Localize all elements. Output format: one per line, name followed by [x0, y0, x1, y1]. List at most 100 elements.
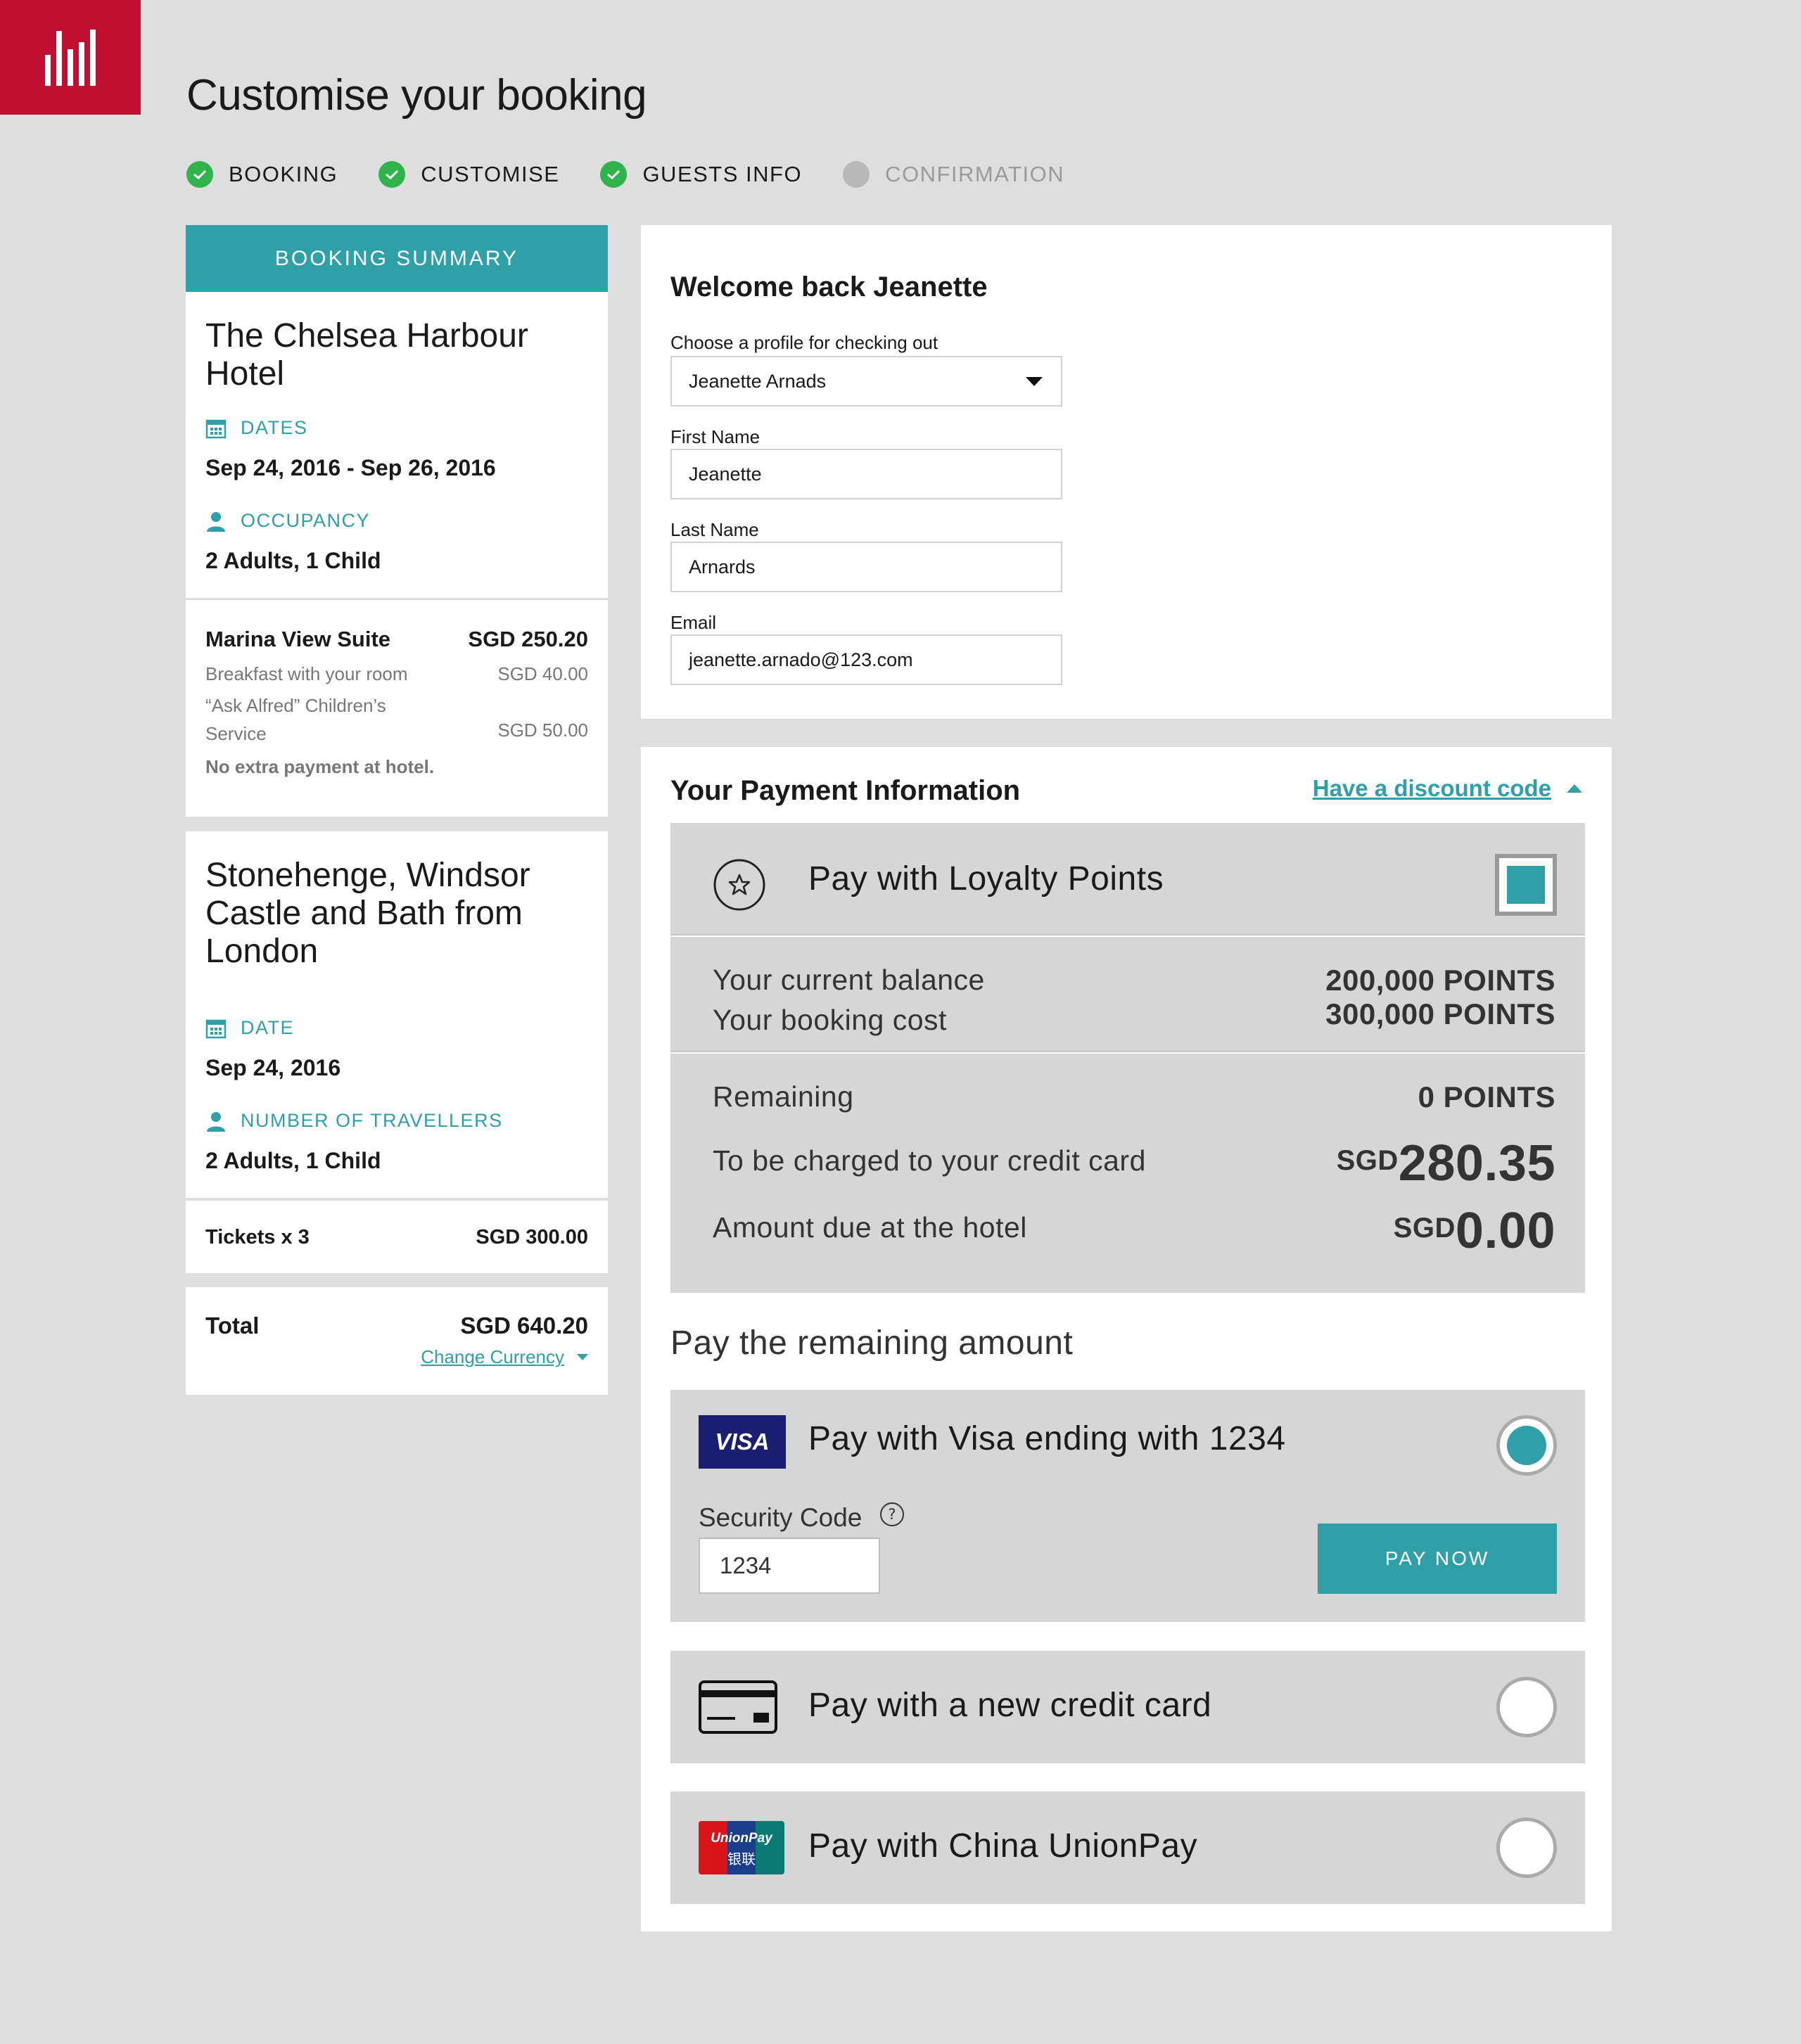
first-name-field[interactable]: Jeanette — [670, 449, 1062, 499]
travellers-value: 2 Adults, 1 Child — [205, 1148, 381, 1173]
dates-label: DATES — [205, 417, 308, 439]
check-icon — [186, 161, 213, 188]
discount-code-link[interactable]: Have a discount code — [1313, 775, 1582, 802]
points-balance-section: Your current balance 200,000 POINTS Your… — [670, 937, 1585, 1052]
extra-price: SGD 40.00 — [497, 663, 588, 684]
chevron-down-icon — [1026, 377, 1043, 386]
tickets-price: SGD 300.00 — [476, 1226, 588, 1248]
person-icon — [205, 511, 227, 532]
change-currency-link[interactable]: Change Currency — [421, 1346, 588, 1368]
profile-select[interactable]: Jeanette Arnads — [670, 356, 1062, 407]
remaining-value: 0 POINTS — [1418, 1080, 1555, 1113]
step-guests-info[interactable]: GUESTS INFO — [600, 161, 802, 188]
extra-name: “Ask Alfred” Children’s Service — [205, 695, 386, 744]
room-pricing-card: Marina View Suite SGD 250.20 Breakfast w… — [186, 600, 608, 817]
star-icon — [713, 858, 766, 915]
loyalty-checkbox[interactable] — [1495, 854, 1557, 916]
last-name-field[interactable]: Arnards — [670, 542, 1062, 592]
email-label: Email — [670, 612, 717, 633]
step-customise[interactable]: CUSTOMISE — [378, 161, 559, 188]
room-price: SGD 250.20 — [468, 627, 588, 651]
extra-row: Breakfast with your room SGD 40.00 — [205, 663, 588, 685]
date-value: Sep 24, 2016 — [205, 1055, 341, 1080]
payment-heading: Your Payment Information — [670, 775, 1021, 806]
balance-value: 200,000 POINTS — [1325, 964, 1555, 997]
visa-option[interactable]: VISA Pay with Visa ending with 1234 Secu… — [670, 1390, 1585, 1622]
welcome-heading: Welcome back Jeanette — [670, 272, 988, 302]
extra-row: “Ask Alfred” Children’s Service SGD 50.0… — [205, 691, 588, 748]
step-booking[interactable]: BOOKING — [186, 161, 338, 188]
extra-price: SGD 50.00 — [497, 720, 588, 741]
balance-label: Your current balance — [713, 964, 985, 996]
chevron-up-icon — [1567, 784, 1582, 793]
visa-card-icon: VISA — [699, 1415, 786, 1469]
unionpay-icon: UnionPay 银联 — [699, 1821, 784, 1874]
calendar-icon — [205, 1018, 227, 1039]
room-name: Marina View Suite — [205, 627, 391, 651]
loyalty-label: Pay with Loyalty Points — [808, 860, 1164, 898]
remaining-label: Remaining — [713, 1080, 854, 1113]
checkbox-checked-indicator — [1507, 866, 1545, 904]
tickets-row: Tickets x 3 SGD 300.00 — [205, 1226, 588, 1249]
payment-note-row: No extra payment at hotel. — [205, 756, 588, 778]
visa-radio[interactable] — [1496, 1415, 1557, 1476]
cost-value: 300,000 POINTS — [1325, 997, 1555, 1030]
page-title: Customise your booking — [186, 71, 647, 120]
credit-card-icon — [699, 1680, 777, 1737]
tickets-label: Tickets x 3 — [205, 1226, 310, 1248]
unionpay-option[interactable]: UnionPay 银联 Pay with China UnionPay — [670, 1791, 1585, 1904]
total-value: SGD 640.20 — [460, 1312, 588, 1339]
charge-amount: SGD 280.35 — [1336, 1135, 1555, 1192]
brand-logo[interactable] — [0, 0, 141, 115]
hotel-due-label: Amount due at the hotel — [713, 1211, 1027, 1244]
cost-label: Your booking cost — [713, 1004, 947, 1036]
booking-summary-header: BOOKING SUMMARY — [186, 225, 608, 292]
tour-name: Stonehenge, Windsor Castle and Bath from… — [205, 857, 530, 970]
step-label: CUSTOMISE — [421, 162, 560, 186]
pay-now-button[interactable]: PAY NOW — [1318, 1524, 1557, 1594]
total-row: Total SGD 640.20 — [205, 1312, 588, 1339]
new-card-radio[interactable] — [1496, 1677, 1557, 1737]
person-icon — [205, 1111, 227, 1132]
visa-label: Pay with Visa ending with 1234 — [808, 1420, 1286, 1457]
step-label: BOOKING — [229, 162, 338, 186]
check-icon — [378, 161, 406, 188]
payment-note: No extra payment at hotel. — [205, 756, 435, 777]
extra-name: Breakfast with your room — [205, 663, 408, 684]
hotel-due-amount: SGD 0.00 — [1393, 1203, 1555, 1259]
new-card-option[interactable]: Pay with a new credit card — [670, 1651, 1585, 1763]
svg-text:?: ? — [889, 1506, 896, 1523]
date-label: DATE — [205, 1017, 294, 1039]
charge-breakdown-section: Remaining 0 POINTS To be charged to your… — [670, 1054, 1585, 1293]
travellers-label: NUMBER OF TRAVELLERS — [205, 1110, 503, 1132]
first-name-label: First Name — [670, 426, 761, 447]
progress-steps: BOOKING CUSTOMISE GUESTS INFO CONFIRMATI… — [186, 160, 1105, 189]
profile-select-label: Choose a profile for checking out — [670, 332, 938, 353]
email-field[interactable]: jeanette.arnado@123.com — [670, 634, 1062, 685]
occupancy-value: 2 Adults, 1 Child — [205, 548, 381, 573]
new-card-label: Pay with a new credit card — [808, 1687, 1212, 1724]
total-card: Total SGD 640.20 Change Currency — [186, 1287, 608, 1395]
security-code-input[interactable]: 1234 — [699, 1538, 880, 1594]
loyalty-option[interactable]: Pay with Loyalty Points — [670, 823, 1585, 935]
calendar-icon — [205, 418, 227, 439]
help-icon[interactable]: ? — [879, 1501, 905, 1534]
last-name-label: Last Name — [670, 519, 759, 540]
hotel-summary-card: The Chelsea Harbour Hotel DATES Sep 24, … — [186, 292, 608, 598]
tour-summary-card: Stonehenge, Windsor Castle and Bath from… — [186, 831, 608, 1198]
security-code-label: Security Code ? — [699, 1501, 905, 1534]
check-icon — [600, 161, 628, 188]
unionpay-label: Pay with China UnionPay — [808, 1827, 1198, 1865]
step-label: CONFIRMATION — [885, 162, 1065, 186]
logo-icon — [45, 29, 96, 86]
hotel-name: The Chelsea Harbour Hotel — [205, 317, 528, 392]
dates-value: Sep 24, 2016 - Sep 26, 2016 — [205, 455, 496, 480]
room-row: Marina View Suite SGD 250.20 — [205, 627, 588, 652]
tickets-card: Tickets x 3 SGD 300.00 — [186, 1201, 608, 1273]
total-label: Total — [205, 1312, 260, 1339]
chevron-down-icon — [577, 1354, 588, 1360]
unionpay-radio[interactable] — [1496, 1818, 1557, 1878]
profile-panel: Welcome back Jeanette Choose a profile f… — [641, 225, 1612, 719]
remaining-amount-heading: Pay the remaining amount — [670, 1324, 1074, 1362]
pending-step-icon — [843, 161, 870, 188]
